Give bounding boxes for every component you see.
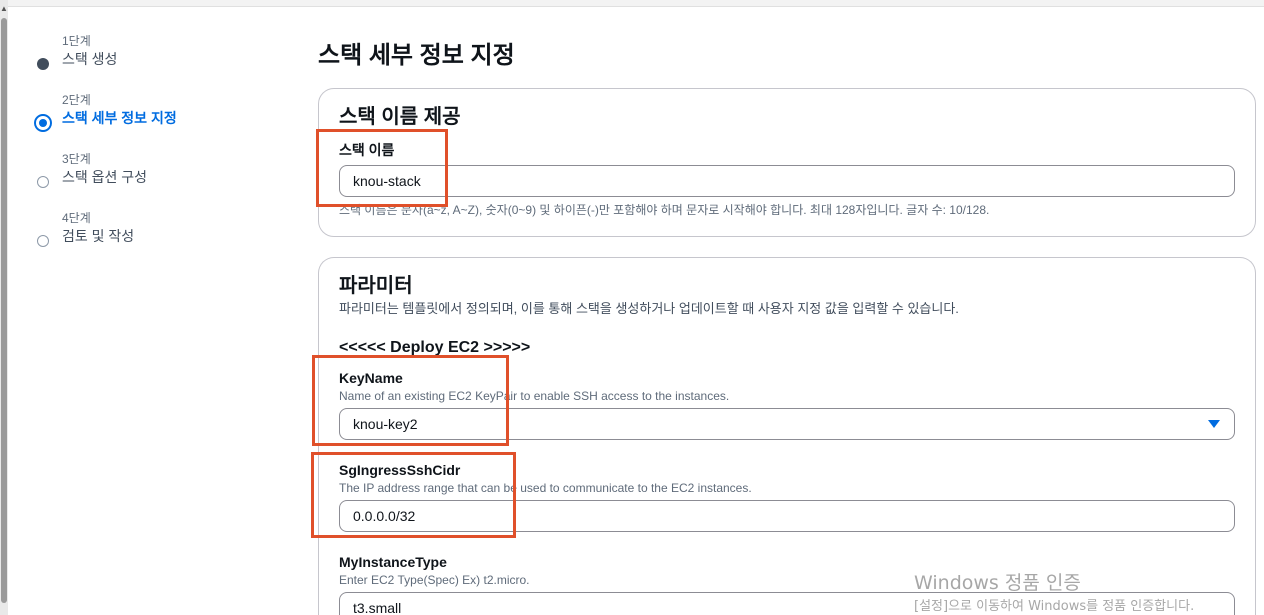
step-title: 스택 생성 <box>62 51 118 67</box>
stack-name-label: 스택 이름 <box>339 142 395 158</box>
instance-type-description: Enter EC2 Type(Spec) Ex) t2.micro. <box>339 573 530 587</box>
wizard-steps: 1단계 스택 생성 2단계 스택 세부 정보 지정 3단계 스택 옵션 구성 4… <box>30 30 270 266</box>
step-number: 3단계 <box>62 152 91 166</box>
step-number: 4단계 <box>62 211 91 225</box>
wizard-step-1[interactable]: 1단계 스택 생성 <box>30 33 270 89</box>
step-pending-icon <box>37 235 49 247</box>
scroll-thumb[interactable] <box>1 18 7 603</box>
step-title: 스택 세부 정보 지정 <box>62 110 177 126</box>
wizard-step-2[interactable]: 2단계 스택 세부 정보 지정 <box>30 92 270 148</box>
keyname-description: Name of an existing EC2 KeyPair to enabl… <box>339 389 730 403</box>
parameters-description: 파라미터는 템플릿에서 정의되며, 이를 통해 스택을 생성하거나 업데이트할 … <box>339 301 959 316</box>
panel-title: 스택 이름 제공 <box>339 106 461 128</box>
top-divider <box>8 0 1264 7</box>
parameters-panel: 파라미터 파라미터는 템플릿에서 정의되며, 이를 통해 스택을 생성하거나 업… <box>318 257 1256 615</box>
scroll-up-arrow-icon[interactable]: ▲ <box>0 4 8 14</box>
keyname-label: KeyName <box>339 370 403 386</box>
sg-ingress-label: SgIngressSshCidr <box>339 462 461 478</box>
stack-name-panel: 스택 이름 제공 스택 이름 스택 이름은 문자(a~z, A~Z), 숫자(0… <box>318 88 1256 237</box>
step-title: 스택 옵션 구성 <box>62 169 148 185</box>
stack-name-hint: 스택 이름은 문자(a~z, A~Z), 숫자(0~9) 및 하이픈(-)만 포… <box>339 203 990 217</box>
instance-type-label: MyInstanceType <box>339 554 447 570</box>
panel-title: 파라미터 <box>339 275 413 297</box>
step-number: 1단계 <box>62 34 91 48</box>
windows-activation-message: [설정]으로 이동하여 Windows를 정품 인증합니다. <box>914 599 1195 614</box>
step-complete-icon <box>37 58 49 70</box>
step-pending-icon <box>37 176 49 188</box>
windows-activation-title: Windows 정품 인증 <box>914 572 1081 594</box>
step-current-icon <box>34 114 52 132</box>
sg-ingress-input[interactable] <box>339 500 1235 532</box>
wizard-step-4: 4단계 검토 및 작성 <box>30 210 270 266</box>
keyname-select[interactable]: knou-key2 <box>339 408 1235 440</box>
step-title: 검토 및 작성 <box>62 228 135 244</box>
parameters-section-heading: <<<<< Deploy EC2 >>>>> <box>339 339 531 356</box>
page-title: 스택 세부 정보 지정 <box>318 42 515 69</box>
stack-name-input[interactable] <box>339 165 1235 197</box>
sg-ingress-description: The IP address range that can be used to… <box>339 481 752 495</box>
vertical-scrollbar[interactable]: ▲ <box>0 0 8 615</box>
step-number: 2단계 <box>62 93 91 107</box>
wizard-step-3: 3단계 스택 옵션 구성 <box>30 151 270 207</box>
keyname-selected-value: knou-key2 <box>353 416 418 432</box>
caret-down-icon <box>1208 420 1220 428</box>
